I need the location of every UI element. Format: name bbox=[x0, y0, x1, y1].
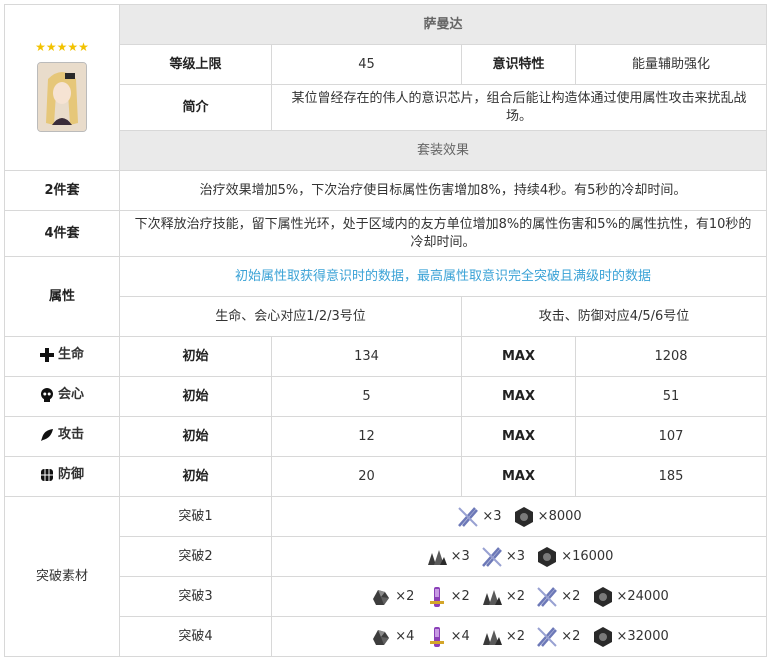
attribute-row: 生命 初始 134 MAX 1208 bbox=[4, 336, 768, 377]
init-label: 初始 bbox=[119, 376, 272, 417]
slots-right-note: 攻击、防御对应4/5/6号位 bbox=[460, 296, 768, 337]
vial-icon bbox=[429, 586, 444, 607]
breakthrough-stage: 突破1 bbox=[119, 496, 272, 537]
max-label: MAX bbox=[461, 456, 576, 497]
material-qty: ×4 bbox=[450, 628, 470, 644]
slots-left-note: 生命、会心对应1/2/3号位 bbox=[119, 296, 462, 337]
trait-label: 意识特性 bbox=[461, 44, 576, 85]
intro-text: 某位曾经存在的伟人的意识芯片，组合后能让构造体通过使用属性攻击来扰乱战场。 bbox=[270, 84, 768, 131]
breakthrough-label: 突破素材 bbox=[4, 496, 120, 657]
four-piece-text: 下次释放治疗技能，留下属性光环，处于区域内的友方单位增加8%的属性伤害和5%的属… bbox=[118, 210, 768, 257]
material-qty: ×2 bbox=[561, 588, 581, 604]
attribute-name: 攻击 bbox=[57, 426, 84, 442]
attribute-row: 防御 初始 20 MAX 185 bbox=[4, 456, 768, 497]
character-portrait bbox=[37, 61, 87, 132]
breakthrough-row: 突破素材 突破1 ×3 ×8000 bbox=[4, 496, 768, 657]
tweezers-icon bbox=[537, 586, 558, 607]
attribute-name: 生命 bbox=[57, 346, 84, 362]
breakthrough-stage: 突破2 bbox=[119, 536, 272, 577]
breakthrough-row: 突破2 ×3 ×3 ×16000 bbox=[5, 536, 768, 577]
material-qty: ×4 bbox=[395, 628, 415, 644]
init-label: 初始 bbox=[119, 456, 272, 497]
hex-nut-icon bbox=[593, 626, 612, 647]
max-value: 1208 bbox=[574, 336, 768, 377]
portrait-cell: ★★★★★ bbox=[4, 4, 120, 171]
ore-icon bbox=[373, 589, 390, 605]
material-qty: ×2 bbox=[395, 588, 415, 604]
feather-icon bbox=[40, 428, 53, 441]
breakthrough-row: 突破4 ×4 ×4 ×2 ×2 ×32000 bbox=[5, 616, 768, 657]
rubble-icon bbox=[482, 589, 502, 605]
hex-nut-icon bbox=[593, 586, 612, 607]
material-qty: ×16000 bbox=[561, 548, 614, 564]
init-value: 5 bbox=[271, 376, 462, 417]
tweezers-icon bbox=[481, 546, 502, 567]
init-value: 12 bbox=[271, 416, 462, 457]
material-qty: ×32000 bbox=[616, 628, 669, 644]
skull-icon bbox=[40, 387, 53, 402]
material-qty: ×2 bbox=[505, 628, 526, 644]
plus-icon bbox=[39, 347, 54, 362]
tweezers-icon bbox=[537, 626, 558, 647]
attribute-name: 会心 bbox=[57, 386, 84, 402]
material-qty: ×2 bbox=[561, 628, 581, 644]
material-qty: ×24000 bbox=[616, 588, 669, 604]
init-value: 20 bbox=[271, 456, 462, 497]
max-value: 107 bbox=[574, 416, 768, 457]
hex-nut-icon bbox=[514, 506, 533, 527]
attribute-row: 攻击 初始 12 MAX 107 bbox=[4, 416, 768, 457]
memory-info-table: ★★★★★ 萨曼达 等级上限 45 意识特性 能量辅助强化 简介 某位曾经存在的… bbox=[4, 4, 768, 657]
attribute-row: 会心 初始 5 MAX 51 bbox=[4, 376, 768, 417]
rubble-icon bbox=[482, 629, 502, 645]
set-effect-header: 套装效果 bbox=[118, 130, 768, 171]
max-value: 185 bbox=[574, 456, 768, 497]
two-piece-text: 治疗效果增加5%，下次治疗使目标属性伤害增加8%，持续4秒。有5秒的冷却时间。 bbox=[118, 170, 768, 211]
max-label: MAX bbox=[461, 376, 576, 417]
level-cap-value: 45 bbox=[271, 44, 462, 85]
trait-value: 能量辅助强化 bbox=[574, 44, 768, 85]
material-qty: ×2 bbox=[505, 588, 526, 604]
material-qty: ×3 bbox=[505, 548, 526, 564]
material-qty: ×3 bbox=[450, 548, 470, 564]
armor-icon bbox=[40, 468, 53, 481]
max-label: MAX bbox=[461, 336, 576, 377]
tweezers-icon bbox=[458, 506, 479, 527]
rubble-icon bbox=[427, 549, 447, 565]
attribute-name: 防御 bbox=[57, 466, 84, 482]
level-cap-label: 等级上限 bbox=[119, 44, 272, 85]
material-qty: ×3 bbox=[482, 508, 502, 524]
ore-icon bbox=[373, 629, 390, 645]
two-piece-label: 2件套 bbox=[4, 170, 120, 211]
character-name: 萨曼达 bbox=[118, 4, 768, 45]
attributes-label: 属性 bbox=[4, 256, 120, 337]
material-qty: ×8000 bbox=[537, 508, 582, 524]
breakthrough-stage: 突破4 bbox=[119, 616, 272, 657]
breakthrough-materials: ×4 ×4 ×2 ×2 ×32000 bbox=[270, 616, 768, 657]
init-label: 初始 bbox=[119, 416, 272, 457]
material-qty: ×2 bbox=[450, 588, 470, 604]
breakthrough-row: 突破3 ×2 ×2 ×2 ×2 ×24000 bbox=[5, 576, 768, 617]
attributes-note: 初始属性取获得意识时的数据，最高属性取意识完全突破且满级时的数据 bbox=[118, 256, 768, 297]
breakthrough-materials: ×2 ×2 ×2 ×2 ×24000 bbox=[270, 576, 768, 617]
init-value: 134 bbox=[271, 336, 462, 377]
breakthrough-stage: 突破3 bbox=[119, 576, 272, 617]
four-piece-label: 4件套 bbox=[4, 210, 120, 257]
max-value: 51 bbox=[574, 376, 768, 417]
breakthrough-materials: ×3 ×3 ×16000 bbox=[270, 536, 768, 577]
hex-nut-icon bbox=[538, 546, 557, 567]
star-rating: ★★★★★ bbox=[35, 39, 89, 54]
breakthrough-materials: ×3 ×8000 bbox=[270, 496, 768, 537]
vial-icon bbox=[429, 626, 444, 647]
init-label: 初始 bbox=[119, 336, 272, 377]
intro-label: 简介 bbox=[119, 84, 272, 131]
max-label: MAX bbox=[461, 416, 576, 457]
